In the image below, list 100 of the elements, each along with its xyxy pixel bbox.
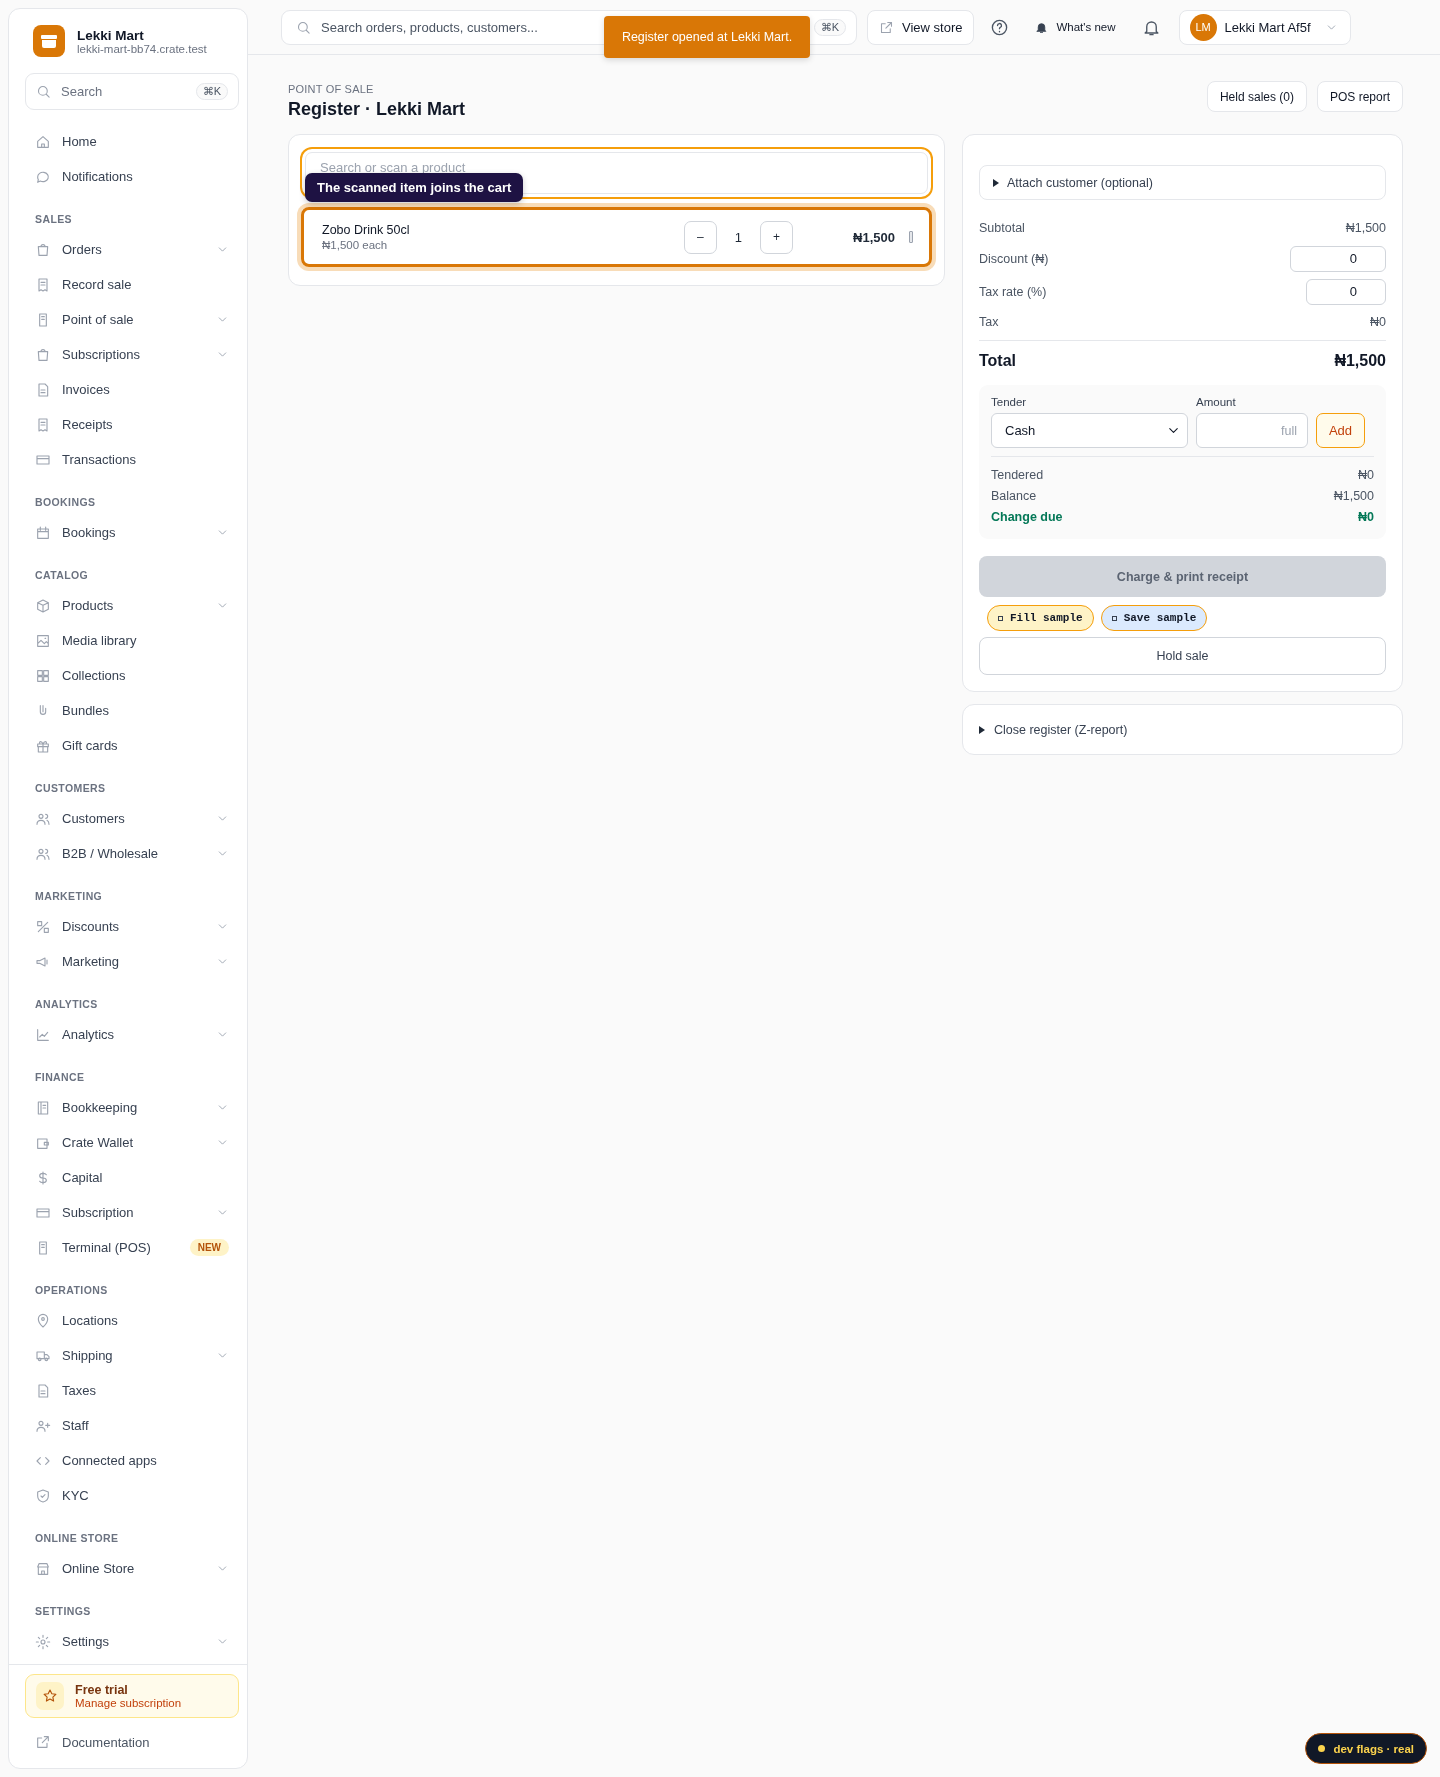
decrease-button[interactable]: –: [683, 220, 717, 254]
grid-icon: [35, 667, 51, 684]
summary-label: Tax rate (%): [979, 284, 1047, 299]
sidebar-item[interactable]: Invoices: [25, 372, 239, 407]
sidebar-item[interactable]: Transactions: [25, 442, 239, 477]
image-icon: [35, 632, 51, 649]
avatar: LM: [1189, 13, 1217, 41]
hold-sale-button[interactable]: Hold sale: [979, 637, 1386, 675]
sidebar-item[interactable]: KYC: [25, 1478, 239, 1513]
product-name: Zobo Drink 50cl: [322, 223, 411, 237]
search-icon: [36, 84, 51, 99]
shortcut-key: ⌘K: [195, 83, 228, 100]
documentation-link[interactable]: Documentation: [25, 1724, 239, 1760]
attach-customer-toggle[interactable]: Attach customer (optional): [979, 165, 1386, 200]
dev-flags-button[interactable]: dev flags · real: [1305, 1733, 1427, 1764]
tender-label: Balance: [991, 488, 1037, 503]
calendar-icon: [35, 524, 51, 541]
tender-value: ₦0: [1358, 467, 1374, 482]
settings-icon: [35, 1633, 51, 1650]
tooltip: The scanned item joins the cart: [305, 173, 524, 202]
sidebar-item[interactable]: Point of sale: [25, 302, 239, 337]
sidebar-item[interactable]: Terminal (POS) NEW: [25, 1230, 239, 1265]
account-button[interactable]: LM Lekki Mart Af5f: [1178, 9, 1351, 45]
section-heading: FINANCE: [34, 1070, 86, 1085]
tender-select[interactable]: Cash: [991, 413, 1188, 448]
sidebar-item[interactable]: Taxes: [25, 1373, 239, 1408]
sidebar-item[interactable]: Marketing: [25, 944, 239, 979]
field-label: Amount: [1196, 396, 1237, 408]
home-icon: [35, 133, 51, 150]
sidebar-item[interactable]: Media library: [25, 623, 239, 658]
sidebar-item[interactable]: Staff: [25, 1408, 239, 1443]
ledger-icon: [35, 1099, 51, 1116]
sidebar-item[interactable]: B2B / Wholesale: [25, 836, 239, 871]
sidebar-item[interactable]: Bookkeeping: [25, 1090, 239, 1125]
page-action-button[interactable]: POS report: [1316, 81, 1403, 112]
section-heading: CATALOG: [34, 568, 90, 583]
tender-value: ₦1,500: [1333, 488, 1374, 503]
sidebar-item[interactable]: Shipping: [25, 1338, 239, 1373]
chart-icon: [35, 1026, 51, 1043]
sample-button[interactable]: Fill sample: [987, 605, 1094, 631]
discount-icon: [35, 918, 51, 935]
external-link-icon: [35, 1734, 51, 1750]
whats-new-button[interactable]: What's new: [1025, 20, 1126, 34]
quantity: 1: [734, 229, 743, 245]
close-register-toggle[interactable]: Close register (Z-report): [962, 704, 1403, 755]
sidebar-item[interactable]: Collections: [25, 658, 239, 693]
sidebar-item[interactable]: Home: [25, 124, 239, 159]
sidebar-item[interactable]: Subscription: [25, 1195, 239, 1230]
sidebar-item[interactable]: Customers: [25, 801, 239, 836]
search-placeholder: Search: [61, 84, 104, 99]
shortcut-key: ⌘K: [813, 18, 846, 36]
search-field[interactable]: Search ⌘K: [25, 73, 239, 110]
sidebar-item[interactable]: Gift cards: [25, 728, 239, 763]
section-heading: ANALYTICS: [34, 997, 99, 1012]
sidebar-item[interactable]: Subscriptions: [25, 337, 239, 372]
free-trial-card[interactable]: Free trial Manage subscription: [25, 1674, 239, 1718]
bell-icon: [1035, 20, 1049, 34]
section-heading: SETTINGS: [34, 1604, 92, 1619]
cube-icon: [35, 597, 51, 614]
sidebar-item[interactable]: Bundles: [25, 693, 239, 728]
number-field[interactable]: 0: [1290, 245, 1386, 272]
store-domain: lekki-mart-bb74.crate.test: [77, 42, 207, 55]
sidebar-item[interactable]: Bookings: [25, 515, 239, 550]
search-icon: [296, 19, 311, 35]
sidebar-item[interactable]: Orders: [25, 232, 239, 267]
sidebar-item[interactable]: Locations: [25, 1303, 239, 1338]
bag-icon: [35, 241, 51, 258]
document-icon: [35, 381, 51, 398]
field-label: Tender: [991, 396, 1028, 408]
sidebar-item[interactable]: Analytics: [25, 1017, 239, 1052]
external-link-icon: [879, 19, 894, 35]
total-value: ₦1,500: [1334, 352, 1386, 370]
view-store-button[interactable]: View store: [867, 9, 975, 45]
trial-subtitle: Manage subscription: [75, 1697, 182, 1709]
sidebar-item[interactable]: Products: [25, 588, 239, 623]
sidebar-item[interactable]: Discounts: [25, 909, 239, 944]
store-icon: [35, 1560, 51, 1577]
section-heading: MARKETING: [34, 889, 104, 904]
sidebar-item[interactable]: Notifications: [25, 159, 239, 194]
add-button[interactable]: Add: [1316, 413, 1365, 448]
bag-icon: [35, 346, 51, 363]
sidebar-item[interactable]: Online Store: [25, 1551, 239, 1586]
page-action-button[interactable]: Held sales (0): [1206, 81, 1307, 112]
section-heading: ONLINE STORE: [34, 1531, 120, 1546]
sidebar-item[interactable]: Connected apps: [25, 1443, 239, 1478]
sidebar-item[interactable]: Crate Wallet: [25, 1125, 239, 1160]
sample-button[interactable]: Save sample: [1100, 605, 1208, 631]
document-icon: [35, 1382, 51, 1399]
amount-field[interactable]: full: [1196, 413, 1308, 448]
number-field[interactable]: 0: [1306, 278, 1386, 305]
unit-price: ₦1,500 each: [322, 239, 389, 251]
sidebar-item[interactable]: Settings: [25, 1624, 239, 1659]
shield-icon: [35, 1487, 51, 1504]
tender-value: ₦0: [1358, 509, 1374, 524]
summary-value: ₦0: [1370, 315, 1386, 329]
trial-title: Free trial: [75, 1683, 129, 1697]
sidebar-item[interactable]: Record sale: [25, 267, 239, 302]
increase-button[interactable]: +: [760, 220, 794, 254]
sidebar-item[interactable]: Receipts: [25, 407, 239, 442]
sidebar-item[interactable]: Capital: [25, 1160, 239, 1195]
